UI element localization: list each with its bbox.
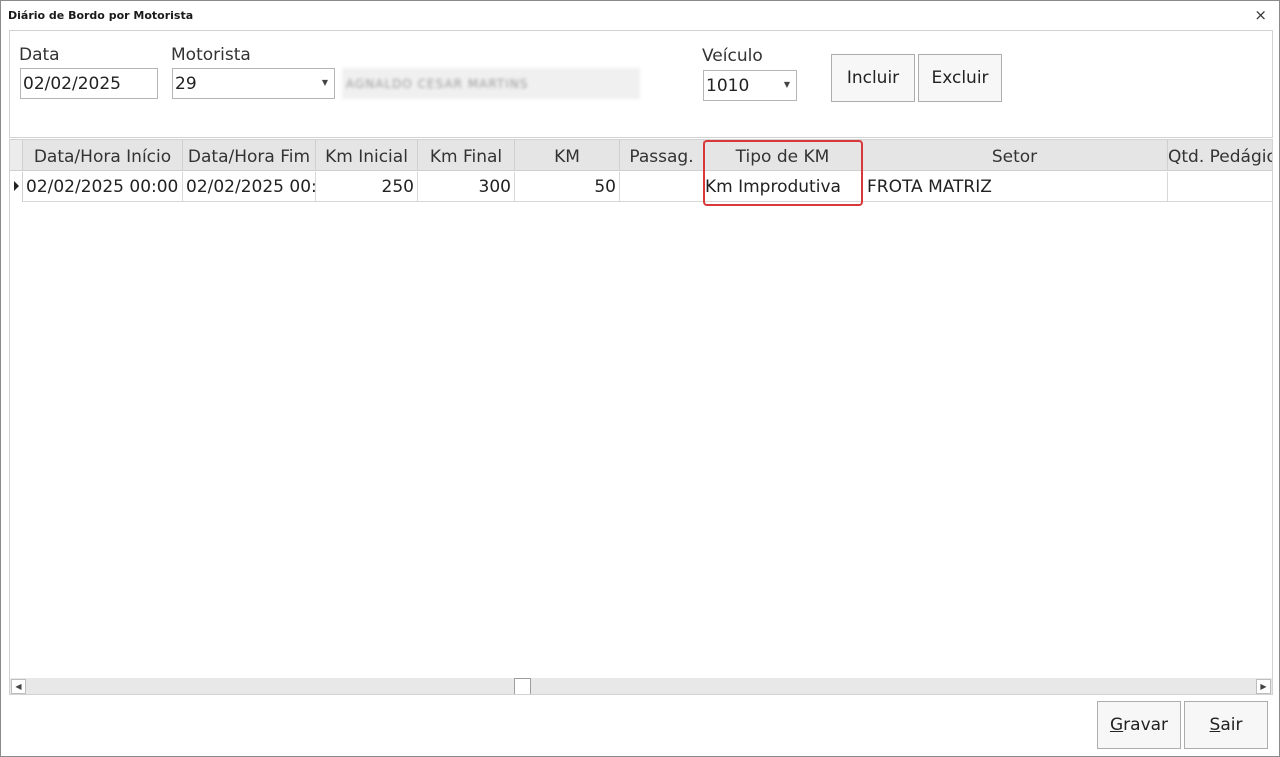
- horizontal-scrollbar[interactable]: ◀ ▶: [10, 678, 1272, 694]
- chevron-down-icon[interactable]: ▼: [322, 78, 328, 87]
- close-icon[interactable]: ×: [1254, 7, 1267, 23]
- col-header-setor[interactable]: Setor: [862, 140, 1168, 171]
- motorista-name-blurred: AGNALDO CESAR MARTINS: [346, 77, 529, 91]
- col-header-km[interactable]: KM: [515, 140, 620, 171]
- table-row[interactable]: 02/02/2025 00:00 02/02/2025 00:00 250 30…: [10, 172, 1272, 202]
- filter-panel: Data 02/02/2025 Motorista 29 ▼ AGNALDO C…: [9, 30, 1273, 138]
- cell-km-final[interactable]: 300: [418, 172, 515, 202]
- gravar-button[interactable]: Gravar: [1097, 701, 1181, 749]
- col-header-km-final[interactable]: Km Final: [418, 140, 515, 171]
- cell-tipo-km[interactable]: Km Improdutiva: [704, 172, 862, 202]
- grid-header: Data/Hora Início Data/Hora Fim Km Inicia…: [10, 140, 1272, 171]
- cell-data-hora-inicio[interactable]: 02/02/2025 00:00: [23, 172, 183, 202]
- col-header-data-hora-inicio[interactable]: Data/Hora Início: [23, 140, 183, 171]
- col-header-data-hora-fim[interactable]: Data/Hora Fim: [183, 140, 316, 171]
- motorista-value: 29: [175, 74, 197, 94]
- scroll-right-icon[interactable]: ▶: [1256, 679, 1271, 694]
- cell-qtd-pedagio[interactable]: [1168, 172, 1272, 202]
- window-title: Diário de Bordo por Motorista: [8, 9, 194, 22]
- sair-accel: S: [1209, 715, 1221, 735]
- sair-label: air: [1220, 715, 1243, 735]
- col-header-km-inicial[interactable]: Km Inicial: [316, 140, 418, 171]
- header-indicator: [10, 140, 23, 170]
- veiculo-combo[interactable]: 1010 ▼: [703, 70, 797, 101]
- scroll-left-icon[interactable]: ◀: [11, 679, 26, 694]
- incluir-button[interactable]: Incluir: [831, 54, 915, 102]
- motorista-label: Motorista: [171, 45, 251, 65]
- data-field[interactable]: 02/02/2025: [20, 68, 158, 99]
- dialog-window: Diário de Bordo por Motorista × Data 02/…: [0, 0, 1280, 757]
- col-header-qtd-pedagio[interactable]: Qtd. Pedágio: [1168, 140, 1272, 171]
- scroll-thumb[interactable]: [514, 678, 531, 694]
- row-pointer-icon: [14, 181, 19, 191]
- cell-data-hora-fim[interactable]: 02/02/2025 00:00: [183, 172, 316, 202]
- chevron-down-icon[interactable]: ▼: [784, 80, 790, 89]
- sair-button[interactable]: Sair: [1184, 701, 1268, 749]
- row-indicator: [10, 172, 23, 202]
- veiculo-label: Veículo: [702, 46, 763, 66]
- motorista-combo[interactable]: 29 ▼: [172, 68, 335, 99]
- col-header-passag[interactable]: Passag.: [620, 140, 704, 171]
- gravar-label: ravar: [1123, 715, 1169, 735]
- motorista-name-field: AGNALDO CESAR MARTINS: [342, 68, 640, 99]
- cell-passag[interactable]: [620, 172, 704, 202]
- cell-km-inicial[interactable]: 250: [316, 172, 418, 202]
- title-bar: Diário de Bordo por Motorista ×: [1, 1, 1279, 31]
- cell-km[interactable]: 50: [515, 172, 620, 202]
- col-header-tipo-km[interactable]: Tipo de KM: [704, 140, 862, 171]
- excluir-button[interactable]: Excluir: [918, 54, 1002, 102]
- cell-setor[interactable]: FROTA MATRIZ: [862, 172, 1168, 202]
- veiculo-value: 1010: [706, 76, 750, 96]
- data-label: Data: [19, 45, 60, 65]
- gravar-accel: G: [1109, 715, 1124, 735]
- data-grid: Data/Hora Início Data/Hora Fim Km Inicia…: [9, 139, 1273, 695]
